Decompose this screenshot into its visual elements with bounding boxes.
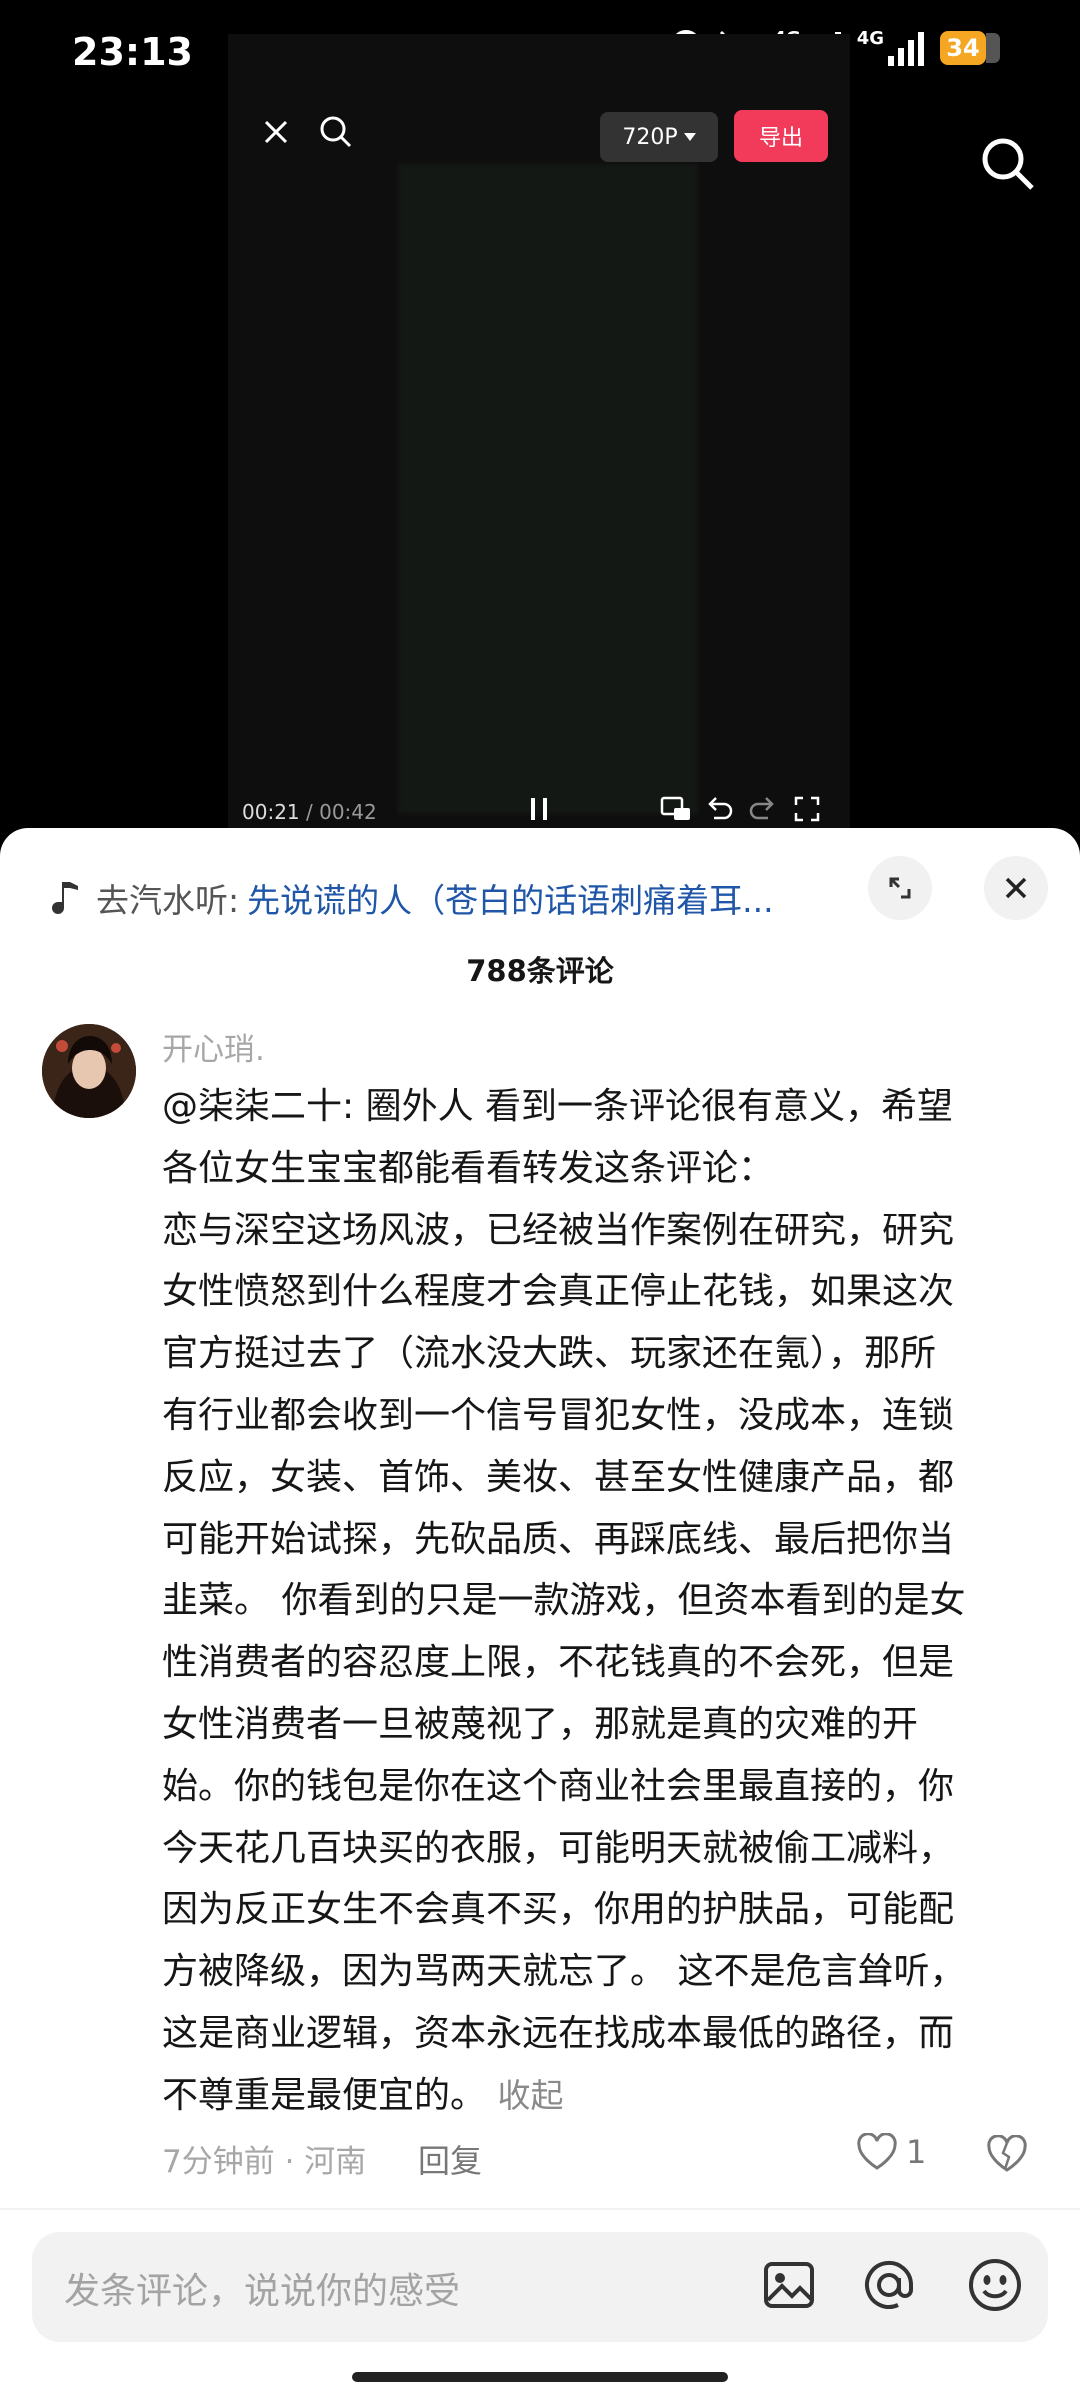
comments-count: 788条评论 xyxy=(466,954,614,988)
pause-icon[interactable] xyxy=(524,794,554,824)
status-time: 23:13 xyxy=(72,30,193,74)
video-frame xyxy=(398,164,698,814)
emoji-icon[interactable] xyxy=(966,2256,1024,2314)
close-icon xyxy=(1005,877,1027,899)
current-time: 00:21 xyxy=(242,800,300,824)
like-button[interactable]: 1 xyxy=(856,2133,926,2171)
divider xyxy=(0,2208,1080,2210)
comment-author[interactable]: 开心琑. xyxy=(162,1024,265,1069)
comment-body: @柒柒二十: 圈外人 看到一条评论很有意义，希望 各位女生宝宝都能看看转发这条评… xyxy=(162,1086,966,2116)
music-note-icon xyxy=(52,882,78,914)
resolution-dropdown[interactable]: 720P xyxy=(600,112,718,162)
comments-panel: 去汽水听: 先说谎的人（苍白的话语刺痛着耳... 788条评论 开心琑. @柒柒… xyxy=(0,828,1080,2400)
close-icon[interactable] xyxy=(258,114,294,150)
total-time: 00:42 xyxy=(319,800,377,824)
search-icon[interactable] xyxy=(318,114,354,150)
fullscreen-icon[interactable] xyxy=(792,794,822,824)
avatar[interactable] xyxy=(42,1024,136,1118)
dislike-heart-icon[interactable] xyxy=(986,2135,1028,2173)
expand-icon xyxy=(889,877,911,899)
home-indicator[interactable] xyxy=(352,2372,728,2382)
redo-icon[interactable] xyxy=(748,794,778,824)
music-prefix: 去汽水听: xyxy=(96,881,240,920)
export-button[interactable]: 导出 xyxy=(734,110,828,162)
close-panel-button[interactable] xyxy=(984,856,1048,920)
like-count: 1 xyxy=(906,2133,927,2171)
reply-button[interactable]: 回复 xyxy=(418,2136,482,2182)
mention-icon[interactable] xyxy=(860,2256,918,2314)
resolution-label: 720P xyxy=(622,124,678,150)
heart-icon xyxy=(857,2133,897,2170)
caret-down-icon xyxy=(683,133,696,141)
search-icon-large[interactable] xyxy=(978,134,1038,194)
battery-indicator: 34 xyxy=(940,31,1000,65)
expand-button[interactable] xyxy=(868,856,932,920)
avatar-image xyxy=(42,1024,136,1118)
signal-icon-2 xyxy=(888,32,924,66)
comment-input-placeholder: 发条评论，说说你的感受 xyxy=(64,2271,461,2312)
music-song-title[interactable]: 先说谎的人（苍白的话语刺痛着耳... xyxy=(247,874,773,922)
comment-input[interactable]: 发条评论，说说你的感受 xyxy=(32,2232,1048,2342)
network-label-2: 4G xyxy=(856,27,884,49)
collapse-link[interactable]: 收起 xyxy=(497,2076,563,2115)
image-icon[interactable] xyxy=(760,2256,818,2314)
comment-meta: 7分钟前 · 河南 xyxy=(162,2144,367,2180)
undo-icon[interactable] xyxy=(704,794,734,824)
caption-toggle-icon[interactable] xyxy=(660,794,692,824)
battery-level: 34 xyxy=(940,31,986,65)
music-link[interactable]: 去汽水听: 先说谎的人（苍白的话语刺痛着耳... xyxy=(48,868,948,928)
time-separator: / xyxy=(299,800,320,824)
comment-text: @柒柒二十: 圈外人 看到一条评论很有意义，希望 各位女生宝宝都能看看转发这条评… xyxy=(162,1076,1032,2127)
video-player[interactable]: 720P 导出 00:21 / 00:42 xyxy=(228,34,850,834)
video-time: 00:21 / 00:42 xyxy=(242,800,377,824)
